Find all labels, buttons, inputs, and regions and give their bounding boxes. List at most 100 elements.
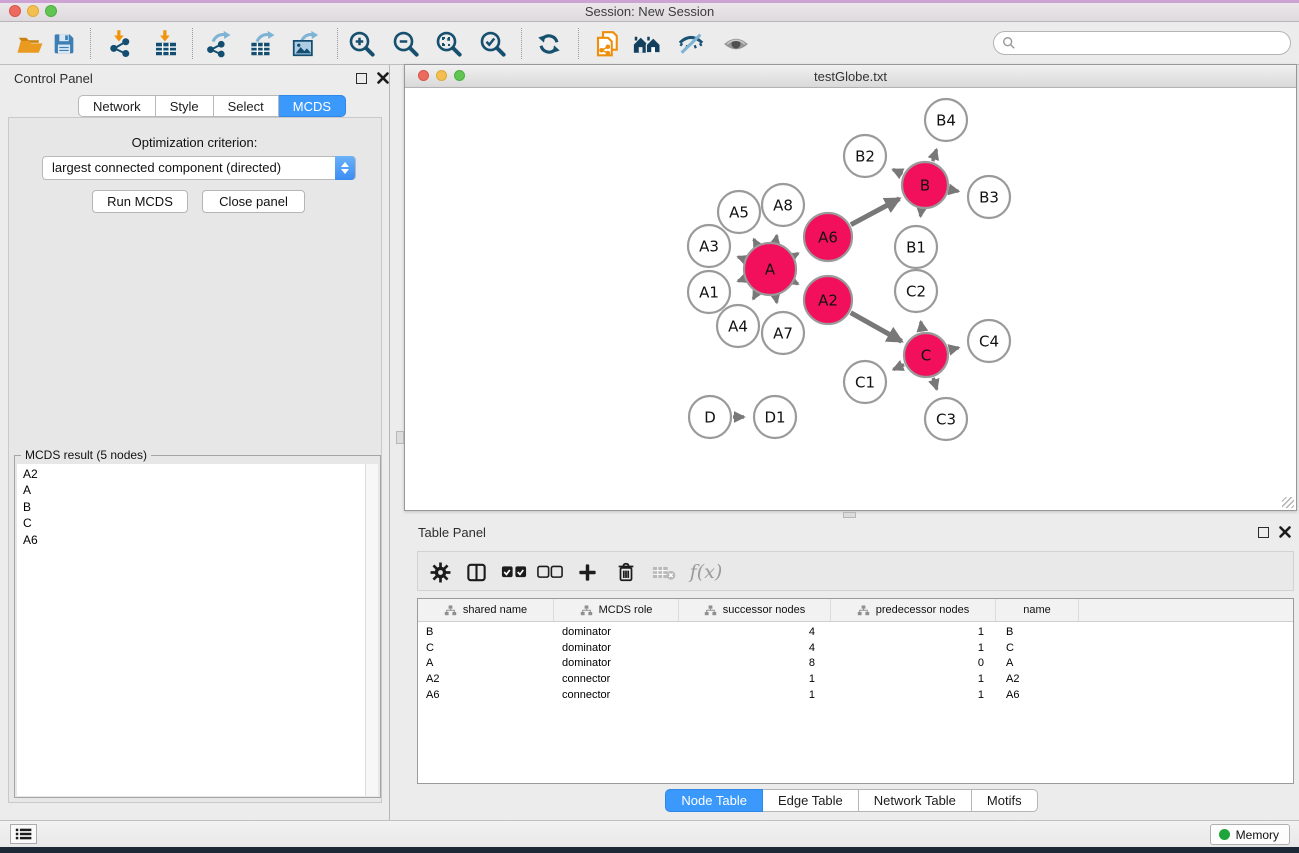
new-network-from-selection-icon[interactable] [592, 28, 624, 60]
node-B4[interactable]: B4 [925, 99, 967, 141]
tab-style[interactable]: Style [156, 95, 214, 117]
tab-edge-table[interactable]: Edge Table [763, 789, 859, 812]
add-column-plus-icon[interactable] [573, 558, 601, 586]
edge-A2-C[interactable] [851, 313, 902, 342]
table-settings-gear-icon[interactable] [426, 558, 454, 586]
float-table-panel-icon[interactable] [1258, 527, 1269, 538]
task-history-button[interactable] [10, 824, 37, 844]
column-header-name[interactable]: name [996, 599, 1079, 621]
panel-divider-handle[interactable] [396, 431, 404, 444]
delete-table-icon[interactable] [650, 558, 678, 586]
result-list-item[interactable]: C [23, 515, 366, 531]
folder-open-icon[interactable] [14, 28, 46, 60]
edge-A-A5[interactable] [754, 239, 757, 244]
node-C1[interactable]: C1 [844, 361, 886, 403]
edge-C-C3[interactable] [933, 378, 937, 390]
show-all-icon[interactable] [720, 28, 752, 60]
result-list-item[interactable]: A [23, 482, 366, 498]
node-A[interactable]: A [744, 243, 796, 295]
tab-network-table[interactable]: Network Table [859, 789, 972, 812]
run-mcds-button[interactable]: Run MCDS [92, 190, 188, 213]
result-list-scrollbar[interactable] [365, 464, 378, 796]
edge-A-A8[interactable] [776, 235, 777, 241]
node-C3[interactable]: C3 [925, 398, 967, 440]
table-row[interactable]: A2connector11A2 [418, 672, 1293, 688]
first-neighbors-icon[interactable] [631, 28, 663, 60]
export-network-icon[interactable] [202, 28, 234, 60]
node-D[interactable]: D [689, 396, 731, 438]
delete-column-trash-icon[interactable] [612, 558, 640, 586]
node-B[interactable]: B [902, 162, 948, 208]
edge-B-B3[interactable] [950, 190, 959, 192]
tab-mcds[interactable]: MCDS [279, 95, 346, 117]
edge-A-A1[interactable] [738, 279, 744, 281]
network-canvas[interactable]: B4 B2 B B3 A5A8A6 A3 B1 A A1 C2 A2 A4A7 C4 C C1 C3 D D1 [405, 88, 1296, 510]
export-image-icon[interactable] [289, 28, 321, 60]
select-all-columns-icon[interactable] [500, 558, 528, 586]
node-A1[interactable]: A1 [688, 271, 730, 313]
import-table-icon[interactable] [150, 28, 182, 60]
tab-motifs[interactable]: Motifs [972, 789, 1038, 812]
node-D1[interactable]: D1 [754, 396, 796, 438]
node-A5[interactable]: A5 [718, 191, 760, 233]
table-row[interactable]: A6connector11A6 [418, 688, 1293, 704]
node-C4[interactable]: C4 [968, 320, 1010, 362]
edge-A-A6[interactable] [795, 253, 799, 255]
tab-network[interactable]: Network [78, 95, 156, 117]
column-header-shared-name[interactable]: shared name [418, 599, 554, 621]
hide-selected-icon[interactable] [675, 28, 707, 60]
edge-B-B1[interactable] [921, 210, 922, 217]
result-list-item[interactable]: A6 [23, 532, 366, 548]
table-row[interactable]: Bdominator41B [418, 625, 1293, 641]
function-builder-button[interactable]: f(x) [686, 558, 726, 586]
window-resize-grip[interactable] [1282, 497, 1294, 508]
node-A3[interactable]: A3 [688, 225, 730, 267]
node-A6[interactable]: A6 [804, 213, 852, 261]
node-B2[interactable]: B2 [844, 135, 886, 177]
float-panel-icon[interactable] [356, 73, 367, 84]
search-input[interactable] [993, 31, 1291, 55]
table-row[interactable]: Cdominator41C [418, 641, 1293, 657]
deselect-all-columns-icon[interactable] [536, 558, 564, 586]
edge-C-C1[interactable] [893, 365, 904, 370]
result-list-item[interactable]: B [23, 499, 366, 515]
close-table-panel-icon[interactable] [1278, 525, 1292, 539]
column-header-successor-nodes[interactable]: successor nodes [679, 599, 831, 621]
zoom-selected-icon[interactable] [477, 28, 509, 60]
zoom-fit-icon[interactable] [433, 28, 465, 60]
table-row[interactable]: Adominator80A [418, 656, 1293, 672]
import-network-icon[interactable] [104, 28, 136, 60]
node-C[interactable]: C [904, 333, 948, 377]
node-A4[interactable]: A4 [717, 305, 759, 347]
edge-C-C2[interactable] [921, 322, 923, 332]
save-icon[interactable] [48, 28, 80, 60]
edge-A-A2[interactable] [795, 282, 798, 284]
node-A7[interactable]: A7 [762, 312, 804, 354]
close-panel-icon[interactable] [376, 71, 390, 85]
memory-button[interactable]: Memory [1210, 824, 1290, 845]
close-panel-button[interactable]: Close panel [202, 190, 305, 213]
edge-C-C4[interactable] [949, 348, 958, 350]
show-column-panel-icon[interactable] [462, 558, 490, 586]
zoom-out-icon[interactable] [390, 28, 422, 60]
result-list-item[interactable]: A2 [23, 466, 366, 482]
edge-A-A3[interactable] [738, 257, 744, 259]
column-header-mcds-role[interactable]: MCDS role [554, 599, 679, 621]
criterion-select[interactable]: largest connected component (directed) [42, 156, 356, 180]
edge-A-A4[interactable] [753, 293, 756, 299]
node-B1[interactable]: B1 [895, 226, 937, 268]
edge-B-B2[interactable] [893, 170, 903, 175]
zoom-in-icon[interactable] [346, 28, 378, 60]
tab-select[interactable]: Select [214, 95, 279, 117]
edge-A6-B[interactable] [851, 199, 900, 225]
node-A2[interactable]: A2 [804, 276, 852, 324]
node-B3[interactable]: B3 [968, 176, 1010, 218]
edge-A-A7[interactable] [776, 296, 777, 302]
refresh-layout-icon[interactable] [533, 28, 565, 60]
tab-node-table[interactable]: Node Table [665, 789, 763, 812]
column-header-predecessor-nodes[interactable]: predecessor nodes [831, 599, 996, 621]
node-C2[interactable]: C2 [895, 270, 937, 312]
edge-B-B4[interactable] [933, 150, 937, 162]
node-A8[interactable]: A8 [762, 184, 804, 226]
export-table-icon[interactable] [246, 28, 278, 60]
